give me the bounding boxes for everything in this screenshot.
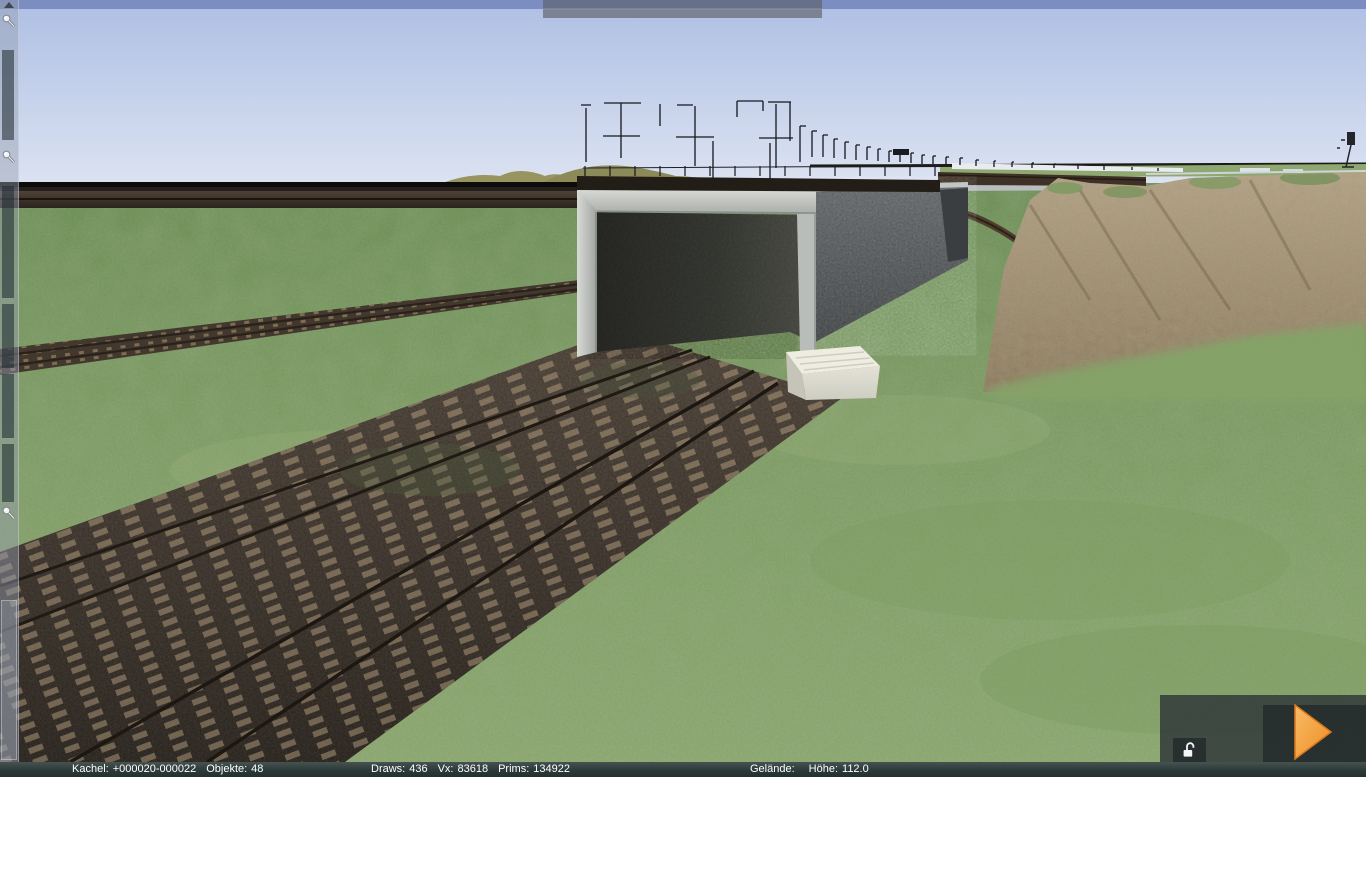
scene-3d-render: [0, 0, 1366, 762]
draws-label: Draws:: [371, 763, 406, 775]
hoehe-value: 112.0: [842, 763, 869, 775]
railway-track-distant: [0, 182, 594, 208]
kachel-value: +000020-000022: [112, 763, 197, 775]
play-button-area: [1263, 703, 1366, 762]
collapse-arrow-icon[interactable]: [4, 2, 14, 8]
objekte-value: 48: [251, 763, 264, 775]
app-window: Kachel: +000020-000022 Objekte: 48 Draws: 43…: [0, 0, 1366, 877]
sidebar-collapsed-tab[interactable]: [2, 50, 14, 140]
gelaende-label: Gelände:: [750, 763, 795, 775]
viewport-3d[interactable]: [0, 0, 1366, 762]
top-toolbar-handle[interactable]: [543, 0, 822, 18]
status-terrain: Gelände: Höhe: 112.0: [750, 762, 869, 777]
sidebar-collapsed-tab[interactable]: [2, 186, 14, 298]
pushpin-icon[interactable]: [1, 149, 17, 167]
page-background: [0, 777, 1366, 877]
vx-value: 83618: [457, 763, 489, 775]
kachel-label: Kachel:: [72, 763, 109, 775]
lock-open-icon[interactable]: [1180, 740, 1200, 760]
sidebar-lower-panel[interactable]: [1, 600, 17, 760]
status-bar: Kachel: +000020-000022 Objekte: 48 Draws: 43…: [0, 762, 1366, 777]
playback-panel: [1160, 695, 1366, 762]
rock-cutting: [983, 172, 1366, 400]
objekte-label: Objekte:: [206, 763, 248, 775]
prims-value: 134922: [533, 763, 570, 775]
sky: [0, 0, 1366, 192]
sidebar-collapsed-tab[interactable]: [2, 444, 14, 502]
left-sidebar: [0, 0, 19, 762]
hoehe-label: Höhe:: [808, 763, 839, 775]
vx-label: Vx:: [437, 763, 454, 775]
pushpin-icon[interactable]: [1, 505, 17, 523]
status-render-stats: Draws: 436 Vx: 83618 Prims: 134922: [371, 762, 570, 777]
draws-value: 436: [409, 763, 428, 775]
sidebar-collapsed-tab[interactable]: [2, 374, 14, 438]
sidebar-collapsed-tab[interactable]: [2, 304, 14, 368]
prims-label: Prims:: [498, 763, 530, 775]
concrete-block: [786, 346, 880, 400]
play-icon[interactable]: [1293, 703, 1335, 762]
lock-well: [1173, 738, 1206, 762]
pushpin-icon[interactable]: [1, 13, 17, 31]
status-tile-objects: Kachel: +000020-000022 Objekte: 48: [72, 762, 263, 777]
